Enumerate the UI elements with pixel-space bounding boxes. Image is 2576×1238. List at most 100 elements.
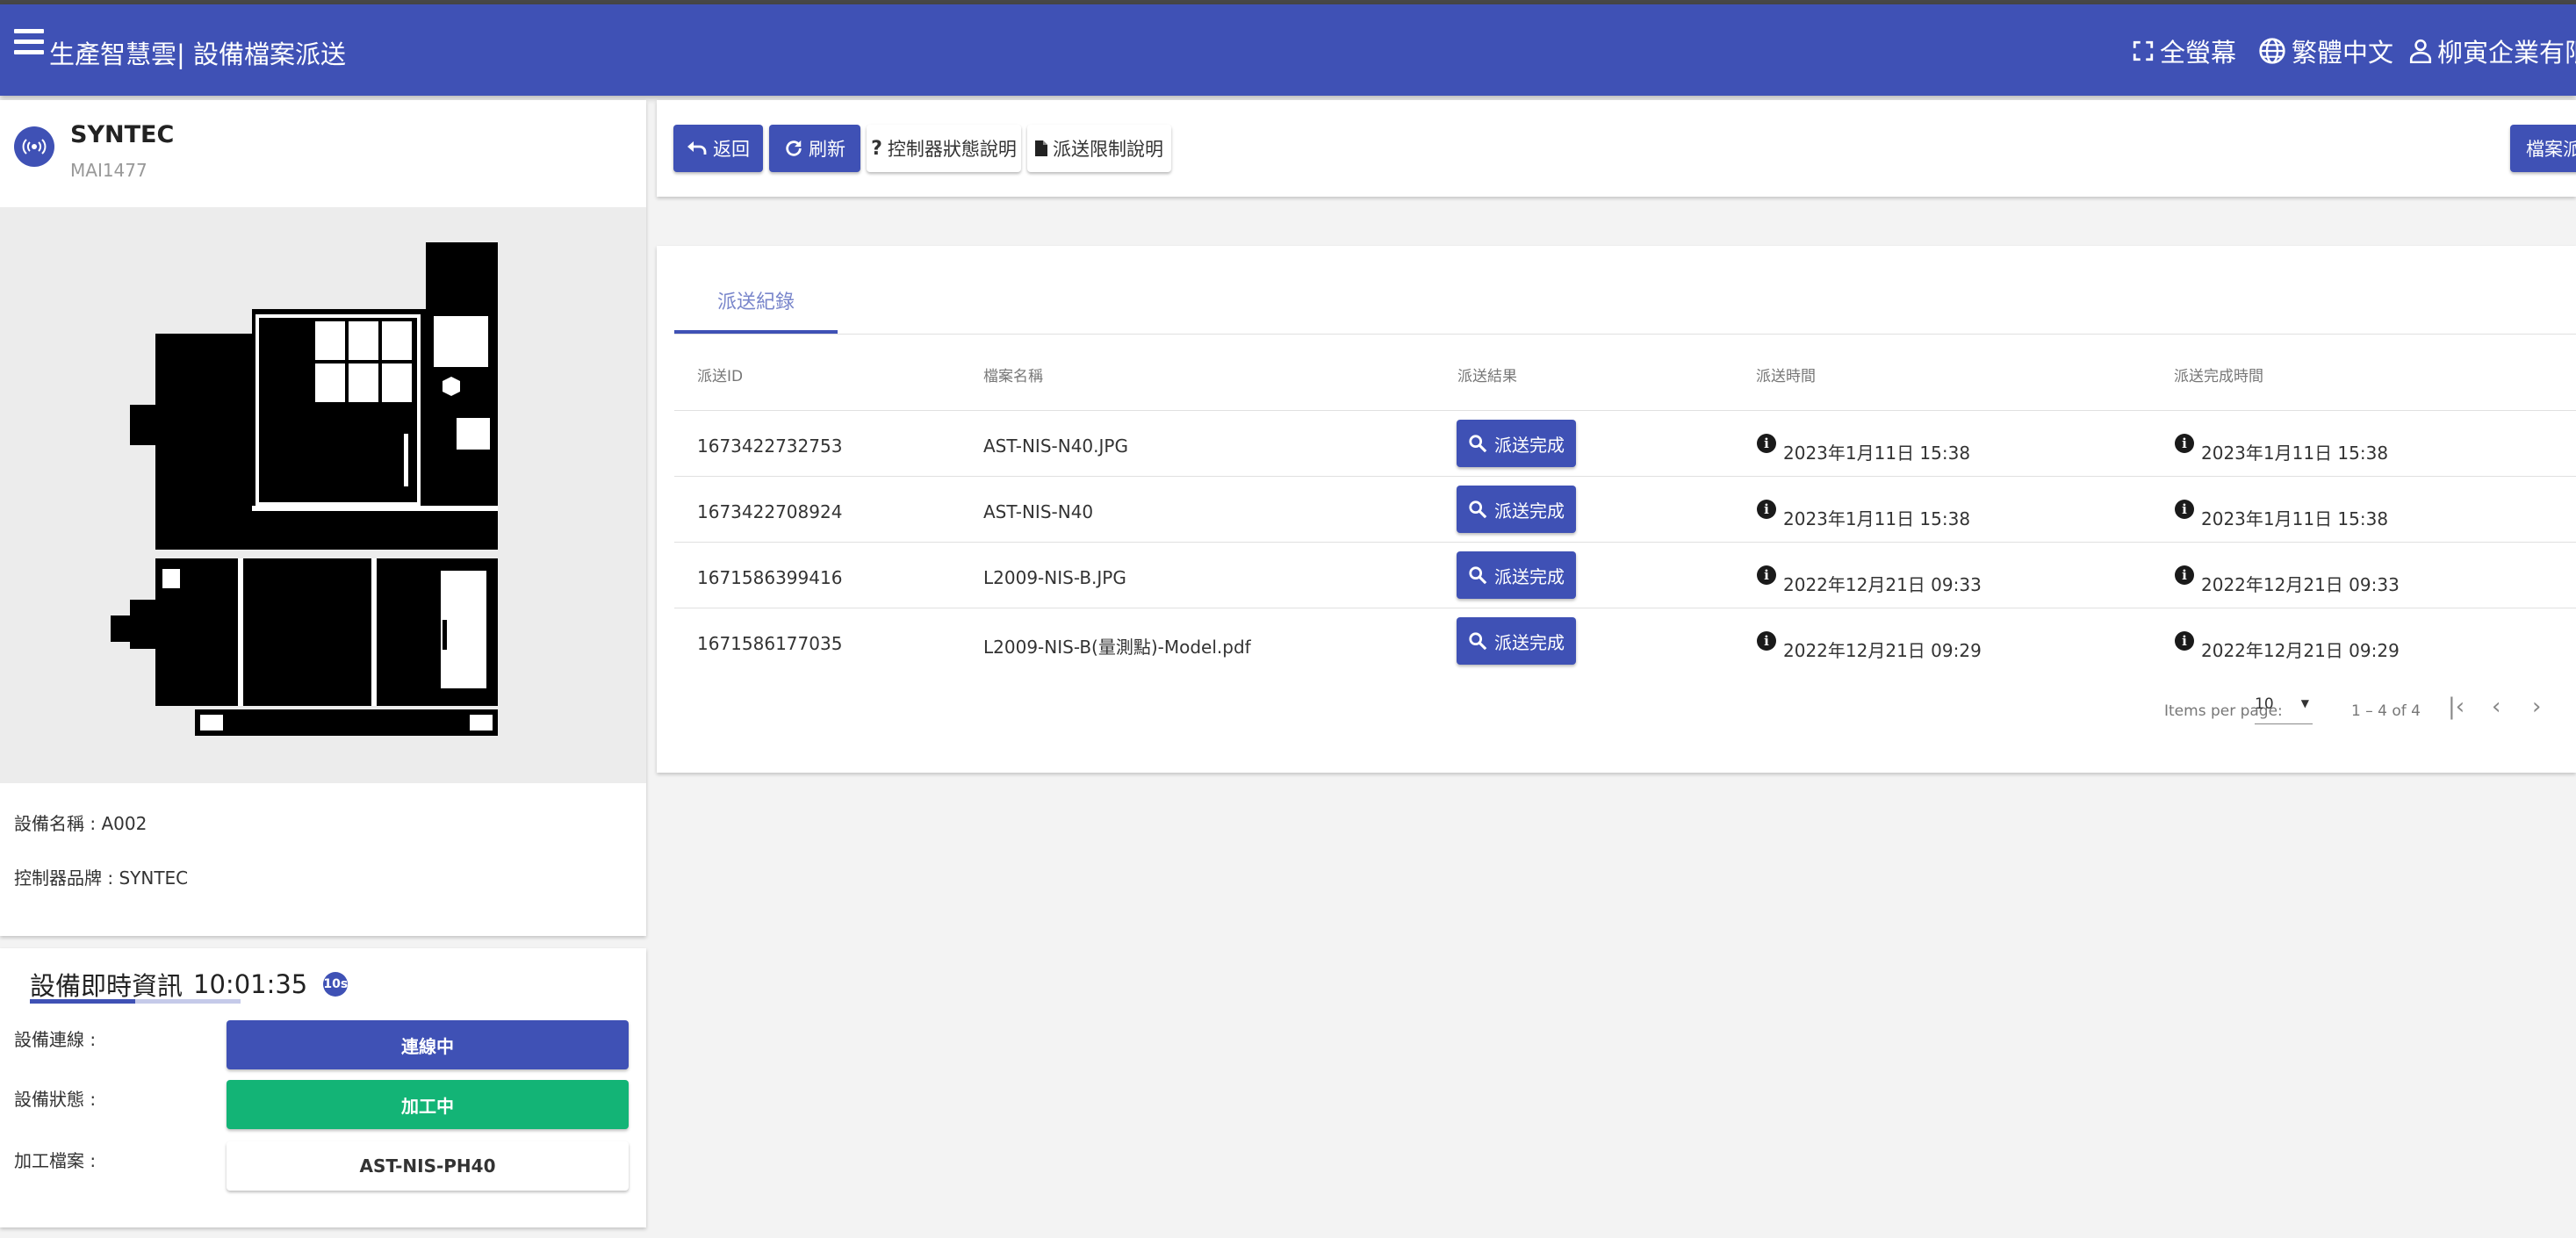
file-dispatch-button[interactable]: 檔案派送 xyxy=(2510,125,2576,172)
back-label: 返回 xyxy=(713,139,750,160)
user-menu-button[interactable]: 柳寅企業有限公 xyxy=(2409,32,2576,69)
language-label: 繁體中文 xyxy=(2292,38,2394,68)
dispatch-limit-help-button[interactable]: 派送限制說明 xyxy=(1027,125,1171,172)
device-model: MAI1477 xyxy=(70,160,148,181)
machine-state-label: 設備狀態 : xyxy=(14,1089,97,1110)
machine-state-button[interactable]: 加工中 xyxy=(227,1080,629,1129)
info-icon[interactable]: i xyxy=(2175,434,2194,453)
column-header-result[interactable]: 派送結果 xyxy=(1457,363,1517,385)
row-id: 1671586177035 xyxy=(697,633,843,654)
row-done-time: i 2023年1月11日 15:38 xyxy=(2175,434,2389,464)
dispatch-result-button[interactable]: 派送完成 xyxy=(1457,420,1576,467)
row-done-time-text: 2023年1月11日 15:38 xyxy=(2201,508,2389,529)
refresh-button[interactable]: 刷新 xyxy=(769,125,860,172)
row-id: 1671586399416 xyxy=(697,567,843,588)
page-size-value: 10 xyxy=(2255,695,2274,713)
row-done-time: i 2023年1月11日 15:38 xyxy=(2175,500,2389,530)
processing-file-button[interactable]: AST-NIS-PH40 xyxy=(227,1141,629,1191)
column-header-sent-time[interactable]: 派送時間 xyxy=(1756,363,1816,385)
fullscreen-button[interactable]: 全螢幕 xyxy=(2132,32,2236,69)
column-header-file[interactable]: 檔案名稱 xyxy=(983,363,1043,385)
processing-file-label: 加工檔案 : xyxy=(14,1150,97,1171)
row-divider xyxy=(674,476,2576,477)
realtime-header: 設備即時資訊 10:01:35 10s xyxy=(30,966,349,1003)
row-done-time-text: 2022年12月21日 09:29 xyxy=(2201,640,2400,661)
chevron-down-icon: ▼ xyxy=(2300,697,2309,709)
dispatch-result-button[interactable]: 派送完成 xyxy=(1457,551,1576,599)
info-icon[interactable]: i xyxy=(2175,565,2194,585)
connection-status-button[interactable]: 連線中 xyxy=(227,1020,629,1069)
dispatch-result-label: 派送完成 xyxy=(1494,565,1565,587)
row-file-name: L2009-NIS-B.JPG xyxy=(983,567,1126,588)
dispatch-result-label: 派送完成 xyxy=(1494,500,1565,522)
controller-status-help-button[interactable]: ? 控制器狀態說明 xyxy=(867,125,1021,172)
previous-page-icon[interactable]: ‹ xyxy=(2492,694,2500,720)
action-toolbar: 返回 刷新 ? 控制器狀態說明 派送限制說明 檔案派送 xyxy=(657,100,2576,197)
row-file-name: AST-NIS-N40 xyxy=(983,501,1094,522)
broadcast-icon xyxy=(22,139,47,155)
row-sent-time-text: 2022年12月21日 09:33 xyxy=(1783,574,1982,595)
row-done-time-text: 2022年12月21日 09:33 xyxy=(2201,574,2400,595)
dispatch-result-label: 派送完成 xyxy=(1494,434,1565,456)
globe-icon xyxy=(2259,38,2285,64)
row-id: 1673422708924 xyxy=(697,501,843,522)
row-sent-time: i 2022年12月21日 09:33 xyxy=(1757,565,1982,596)
next-page-icon[interactable]: › xyxy=(2532,694,2541,720)
file-icon xyxy=(1035,140,1047,156)
info-icon[interactable]: i xyxy=(2175,500,2194,519)
column-header-id[interactable]: 派送ID xyxy=(697,363,743,385)
page-size-select[interactable]: 10 ▼ xyxy=(2255,695,2313,724)
tab-dispatch-records[interactable]: 派送紀錄 xyxy=(674,286,838,314)
dispatch-records-card: 派送紀錄 派送ID 檔案名稱 派送結果 派送時間 派送完成時間 16734227… xyxy=(657,246,2576,773)
info-icon[interactable]: i xyxy=(1757,631,1776,651)
app-title: 生產智慧雲| 設備檔案派送 xyxy=(49,40,346,69)
dispatch-limit-help-label: 派送限制說明 xyxy=(1053,139,1163,160)
menu-icon[interactable] xyxy=(14,29,44,59)
search-icon xyxy=(1469,500,1487,519)
row-done-time-text: 2023年1月11日 15:38 xyxy=(2201,443,2389,464)
question-icon: ? xyxy=(871,137,882,160)
realtime-info-card: 設備即時資訊 10:01:35 10s 設備連線 : 連線中 設備狀態 : 加工… xyxy=(0,948,646,1227)
device-brand: SYNTEC xyxy=(70,121,175,148)
connection-label: 設備連線 : xyxy=(14,1029,97,1050)
undo-icon xyxy=(687,141,707,155)
dispatch-result-label: 派送完成 xyxy=(1494,631,1565,653)
language-button[interactable]: 繁體中文 xyxy=(2258,32,2393,69)
cnc-machine-icon xyxy=(111,242,498,736)
user-icon xyxy=(2409,39,2432,63)
row-sent-time-text: 2023年1月11日 15:38 xyxy=(1783,508,1971,529)
fullscreen-label: 全螢幕 xyxy=(2160,38,2237,68)
first-page-icon[interactable]: |‹ xyxy=(2448,694,2464,720)
row-divider xyxy=(674,542,2576,543)
row-sent-time: i 2023年1月11日 15:38 xyxy=(1757,434,1971,464)
device-name: 設備名稱 : A002 xyxy=(14,813,148,834)
row-sent-time-text: 2023年1月11日 15:38 xyxy=(1783,443,1971,464)
info-icon[interactable]: i xyxy=(1757,565,1776,585)
fullscreen-icon xyxy=(2133,40,2154,61)
row-done-time: i 2022年12月21日 09:33 xyxy=(2175,565,2400,596)
realtime-clock: 10:01:35 xyxy=(193,969,308,999)
info-icon[interactable]: i xyxy=(1757,500,1776,519)
app-bar: 生產智慧雲| 設備檔案派送 全螢幕 繁體中文 柳寅企業有限公 xyxy=(0,4,2576,96)
search-icon xyxy=(1469,435,1487,453)
dispatch-result-button[interactable]: 派送完成 xyxy=(1457,617,1576,665)
info-icon[interactable]: i xyxy=(2175,631,2194,651)
header-divider xyxy=(674,410,2576,411)
realtime-title: 設備即時資訊 xyxy=(30,971,183,1001)
refresh-label: 刷新 xyxy=(809,139,845,160)
info-icon[interactable]: i xyxy=(1757,434,1776,453)
user-name: 柳寅企業有限公 xyxy=(2437,38,2576,68)
machine-image xyxy=(0,207,646,783)
column-header-done-time[interactable]: 派送完成時間 xyxy=(2174,363,2263,385)
controller-brand: 控制器品牌 : SYNTEC xyxy=(14,867,189,889)
search-icon xyxy=(1469,632,1487,651)
row-done-time: i 2022年12月21日 09:29 xyxy=(2175,631,2400,662)
device-avatar xyxy=(14,126,54,167)
device-card: SYNTEC MAI1477 設備名稱: A002 控制器品牌: SYNTE… xyxy=(0,100,646,936)
dispatch-result-button[interactable]: 派送完成 xyxy=(1457,486,1576,533)
realtime-tab-underline xyxy=(30,999,241,1004)
page-range: 1 – 4 of 4 xyxy=(2351,702,2421,720)
row-file-name: AST-NIS-N40.JPG xyxy=(983,435,1128,457)
back-button[interactable]: 返回 xyxy=(673,125,763,172)
search-icon xyxy=(1469,566,1487,585)
